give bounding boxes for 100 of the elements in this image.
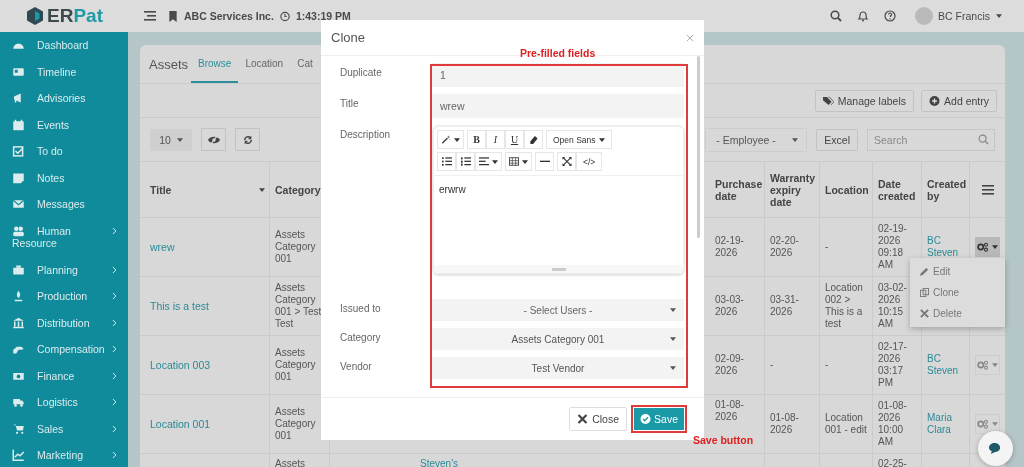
menu-item[interactable]: Clone xyxy=(910,282,1005,303)
sidebar-item[interactable]: Sales xyxy=(0,415,128,442)
horizontal-rule-button[interactable] xyxy=(535,152,554,171)
column-header[interactable]: Date created xyxy=(873,162,922,217)
add-entry-button[interactable]: Add entry xyxy=(921,89,997,112)
logo-icon xyxy=(25,6,45,26)
chevron-icon xyxy=(112,293,116,299)
tab[interactable]: Cat xyxy=(290,45,320,83)
table-cell-text: 02-17-2026 03:17 PM xyxy=(878,341,908,389)
asset-link[interactable]: Location 001 xyxy=(150,418,211,430)
bold-button[interactable]: B xyxy=(467,130,486,149)
annotation-label: Pre-filled fields xyxy=(520,47,596,59)
table-cell-text: 03-31-2026 xyxy=(770,294,800,318)
row-actions-button[interactable] xyxy=(975,414,1000,434)
rich-text-editor[interactable]: B I U Open Sans </> erwrw xyxy=(433,126,685,274)
refresh-button[interactable] xyxy=(235,128,260,151)
align-button[interactable] xyxy=(475,152,502,171)
gears-icon xyxy=(977,242,989,252)
table-button[interactable] xyxy=(505,152,532,171)
input-field[interactable]: wrew xyxy=(432,94,684,118)
table-cell-text: 02-20-2026 xyxy=(770,235,800,259)
company-name[interactable]: ABC Services Inc. xyxy=(184,10,274,22)
asset-link[interactable]: wrew xyxy=(150,241,175,253)
row-actions-button[interactable] xyxy=(975,237,1000,257)
sidebar-item[interactable]: Dashboard xyxy=(0,32,128,59)
employee-select[interactable]: - Employee - xyxy=(705,127,808,152)
user-menu[interactable]: BC Francis xyxy=(938,10,1002,22)
sidebar-item[interactable]: Marketing xyxy=(0,442,128,467)
search-icon[interactable] xyxy=(830,10,843,22)
menu-item[interactable]: Edit xyxy=(910,261,1005,282)
sidebar-item[interactable]: Advisories xyxy=(0,85,128,112)
user-link[interactable]: BC Steven xyxy=(927,235,964,259)
cart-icon xyxy=(12,422,25,435)
search-field[interactable]: Search xyxy=(867,128,995,151)
caret-icon xyxy=(492,159,498,164)
page-size-select[interactable]: 10 xyxy=(150,128,192,151)
field-label: Title xyxy=(340,97,360,111)
save-button[interactable]: Save xyxy=(634,408,684,430)
italic-button[interactable]: I xyxy=(486,130,505,149)
fullscreen-button[interactable] xyxy=(557,152,576,171)
font-select[interactable]: Open Sans xyxy=(546,130,612,149)
visibility-button[interactable] xyxy=(201,128,226,151)
user-link[interactable]: BC Steven xyxy=(927,353,964,377)
sidebar-item[interactable]: Events xyxy=(0,111,128,138)
select-field[interactable]: Assets Category 001 xyxy=(432,328,684,350)
editor-text: erwrw xyxy=(439,184,466,195)
resize-handle[interactable] xyxy=(552,267,566,271)
column-header[interactable]: Purchase date xyxy=(710,162,765,217)
caret-icon xyxy=(992,422,998,426)
field-label: Vendor xyxy=(340,360,373,374)
asset-link[interactable]: Location 003 xyxy=(150,359,211,371)
sidebar-item[interactable]: To do xyxy=(0,138,128,165)
field-label: Description xyxy=(340,128,392,142)
column-header[interactable]: Created by xyxy=(922,162,970,217)
column-header[interactable]: Warranty expiry date xyxy=(765,162,820,217)
column-header[interactable]: Title xyxy=(140,162,270,217)
check-circle-icon xyxy=(640,414,652,424)
sidebar-item[interactable]: Logistics xyxy=(0,389,128,416)
select-field[interactable]: - Select Users - xyxy=(432,299,684,321)
expand-icon xyxy=(561,157,572,166)
column-header[interactable]: Location xyxy=(820,162,873,217)
asset-link[interactable]: This is a test xyxy=(150,300,209,312)
sidebar-item[interactable]: Human Resource xyxy=(0,217,128,257)
sidebar-item[interactable]: Distribution xyxy=(0,309,128,336)
tab[interactable]: Location xyxy=(238,45,291,83)
chevron-icon xyxy=(112,399,116,405)
bullet-list-button[interactable] xyxy=(437,152,456,171)
close-button[interactable]: Close xyxy=(569,407,628,431)
chevron-icon xyxy=(112,425,116,432)
sidebar-item[interactable]: Compensation xyxy=(0,336,128,363)
select-field[interactable]: Test Vendor xyxy=(432,357,684,379)
scrollbar[interactable] xyxy=(697,56,700,238)
numbered-list-button[interactable] xyxy=(456,152,475,171)
code-view-button[interactable]: </> xyxy=(576,152,603,171)
tab[interactable]: Browse xyxy=(191,45,239,83)
underline-button[interactable]: U xyxy=(505,130,524,149)
sidebar-item[interactable]: Timeline xyxy=(0,58,128,85)
clock-icon xyxy=(279,10,290,22)
sidebar-item[interactable]: Planning xyxy=(0,256,128,283)
excel-button[interactable]: Excel xyxy=(816,128,858,151)
sidebar-item[interactable]: Production xyxy=(0,283,128,310)
input-field[interactable]: 1 xyxy=(432,63,684,87)
help-icon[interactable] xyxy=(884,10,897,22)
menu-item[interactable]: Delete xyxy=(910,303,1005,324)
chat-bubble-icon xyxy=(988,442,1003,455)
menu-icon[interactable] xyxy=(981,184,994,195)
bell-icon[interactable] xyxy=(857,10,870,22)
sidebar-item[interactable]: Notes xyxy=(0,164,128,191)
bank-icon xyxy=(12,316,25,329)
magic-wand-button[interactable] xyxy=(437,130,464,149)
sidebar-item[interactable]: Messages xyxy=(0,191,128,218)
menu-icon[interactable] xyxy=(144,10,156,22)
user-link[interactable]: Maria Clara xyxy=(927,412,964,436)
caret-icon xyxy=(522,159,528,164)
close-icon xyxy=(577,414,589,424)
sidebar-item[interactable]: Finance xyxy=(0,362,128,389)
eraser-button[interactable] xyxy=(524,130,543,149)
table-cell-text: 03-03-2026 xyxy=(715,294,745,318)
manage-labels-button[interactable]: Manage labels xyxy=(814,89,915,112)
sort-caret-icon[interactable] xyxy=(259,187,265,192)
